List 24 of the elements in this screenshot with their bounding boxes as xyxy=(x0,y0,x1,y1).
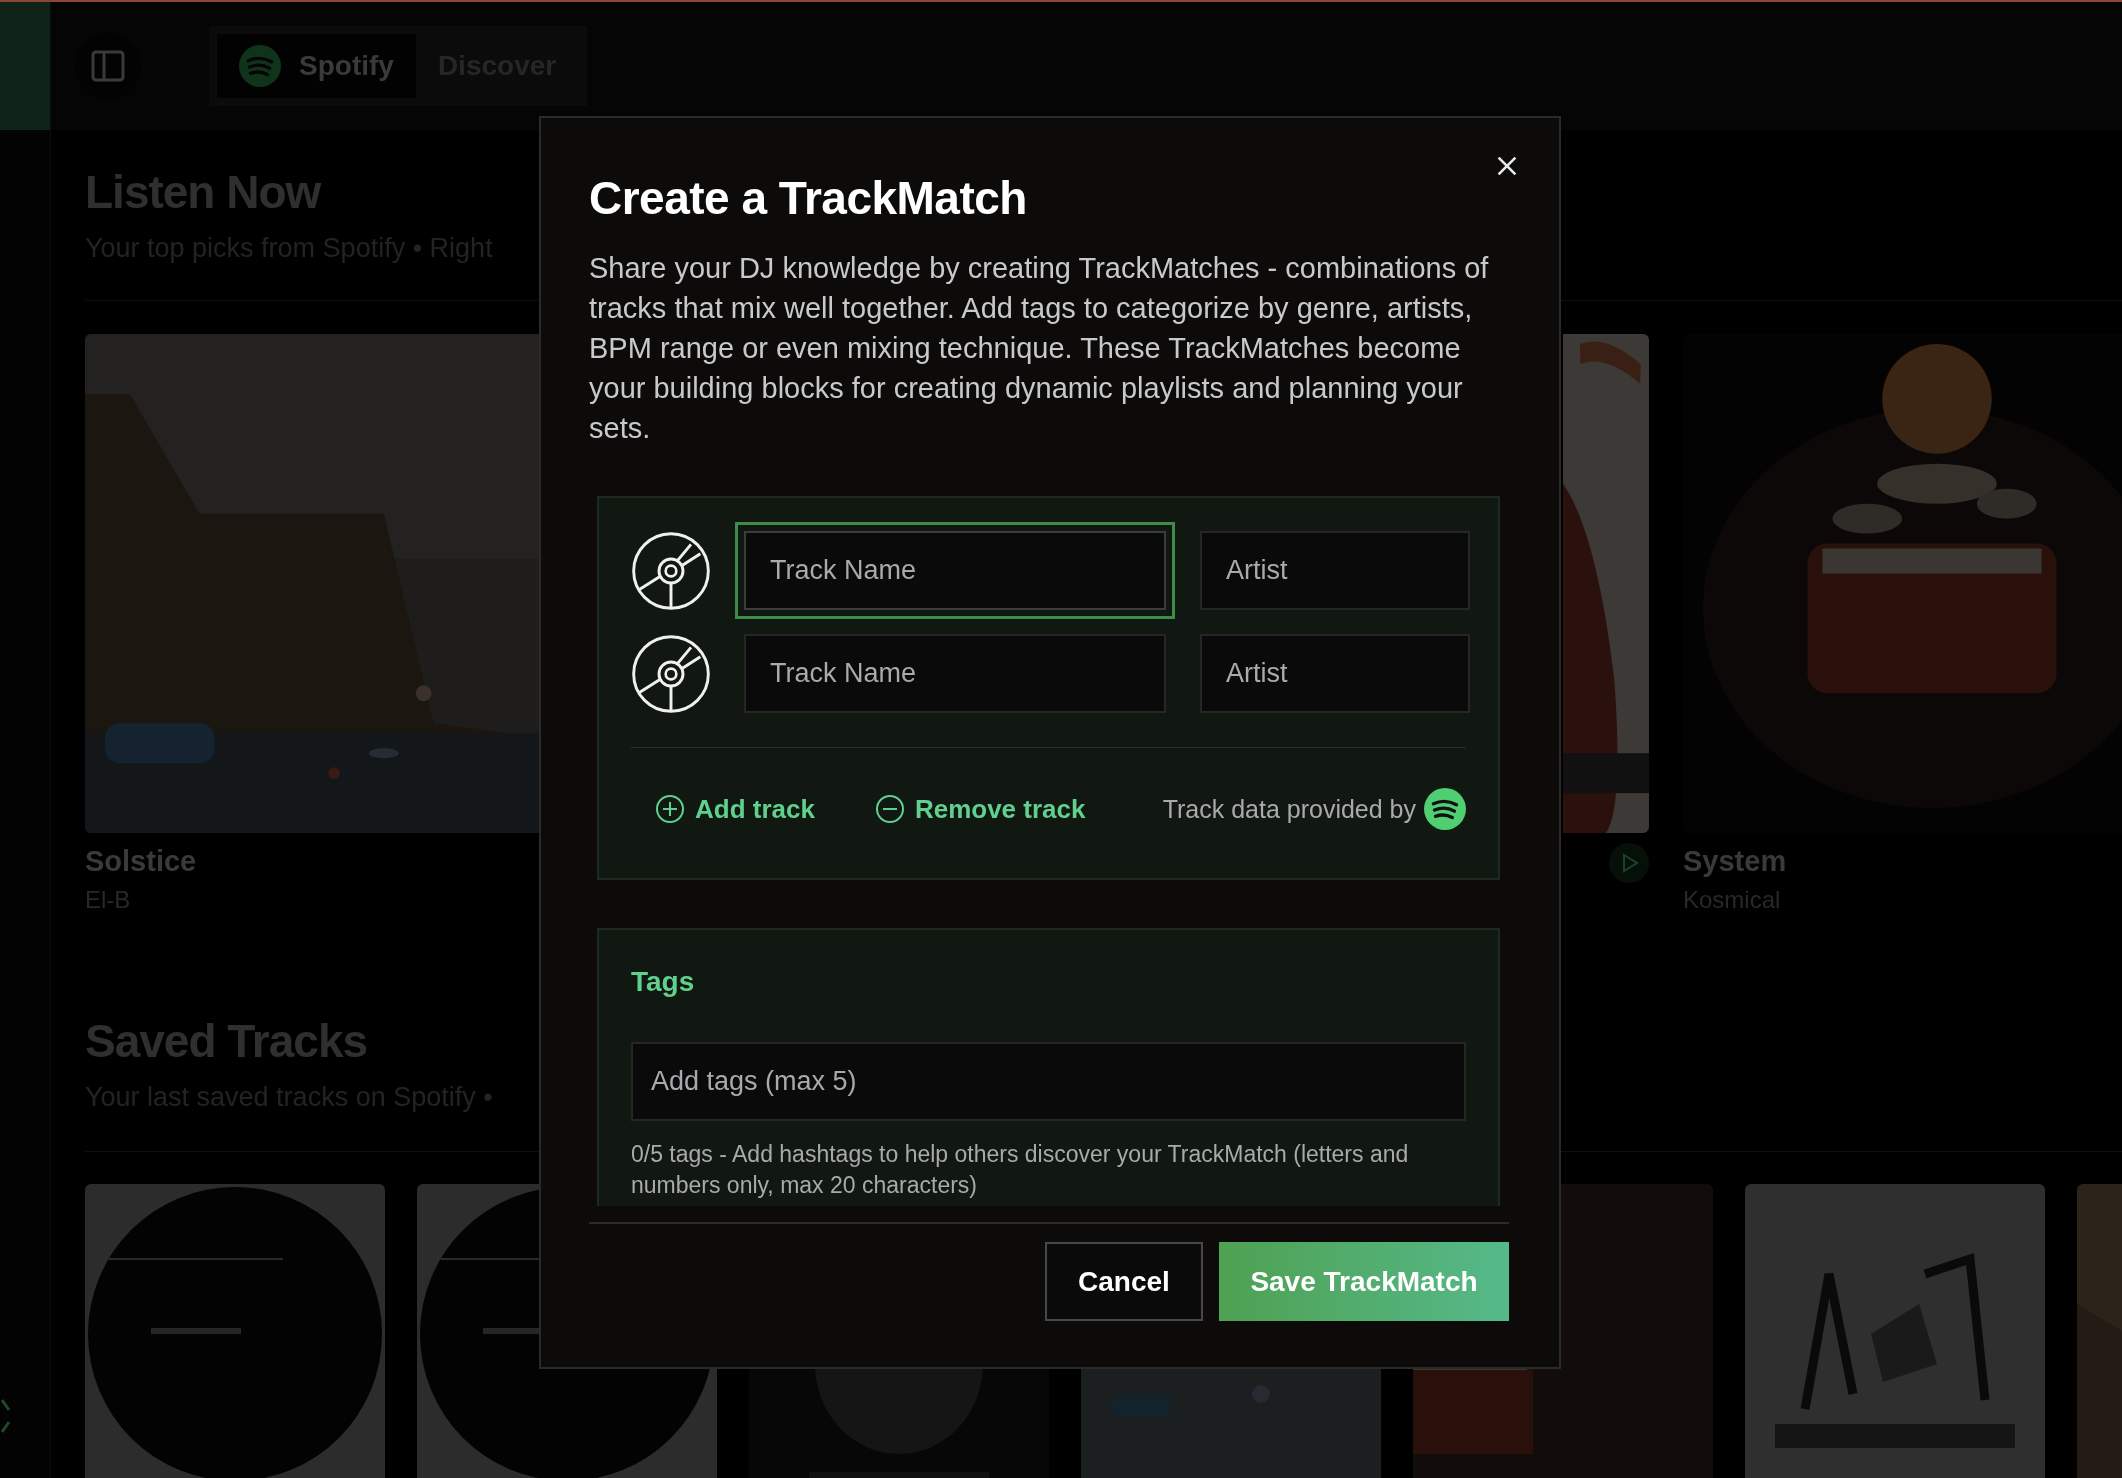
tags-field[interactable]: Add tags (max 5) xyxy=(631,1042,1466,1121)
sidebar-panel-icon xyxy=(90,48,126,84)
artist-field[interactable]: Artist xyxy=(1200,634,1470,713)
disc-icon xyxy=(631,530,711,611)
attribution-text: Track data provided by xyxy=(1162,794,1416,824)
spotify-logo-icon xyxy=(239,45,281,87)
minus-circle-icon xyxy=(874,794,905,824)
remove-track-button[interactable]: Remove track xyxy=(874,793,1086,825)
save-button[interactable]: Save TrackMatch xyxy=(1219,1242,1509,1321)
help-text: 0/5 tags - Add hashtags to help others discover your TrackMatch (letters and numbers only, max 20 characters) xyxy=(631,1140,1410,1200)
track-name-field[interactable]: Track Name xyxy=(735,522,1175,619)
tab[interactable]: Spotify xyxy=(217,34,416,98)
spotify-logo-icon xyxy=(1424,788,1466,830)
artist-field[interactable]: Artist xyxy=(1200,531,1470,610)
add-track-button[interactable]: Add track xyxy=(655,793,815,825)
dialog-title: Create a TrackMatch xyxy=(589,171,1028,226)
cancel-button[interactable]: Cancel xyxy=(1045,1242,1203,1321)
dialog-description: Share your DJ knowledge by creating TrackMatches - combinations of tracks that mix well together. Add tags to categorize by genre, artists, BPM range or even mixing technique. These TrackMatches become your building blocks for creating dynamic playlists and planning your sets. xyxy=(589,251,1490,446)
track-title[interactable]: System xyxy=(1683,843,2122,879)
plus-circle-icon xyxy=(655,794,685,824)
tags-label: Tags xyxy=(631,968,696,996)
play-icon[interactable] xyxy=(1609,843,1649,883)
disc-icon xyxy=(631,633,711,714)
close-icon xyxy=(1495,154,1519,178)
